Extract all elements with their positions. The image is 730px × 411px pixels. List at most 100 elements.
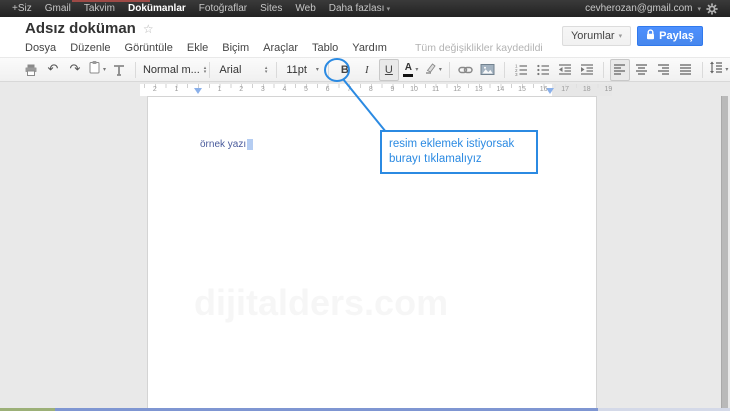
ruler-number: 16	[540, 86, 548, 93]
menu-bi-im[interactable]: Biçim	[222, 42, 249, 54]
ruler-number: 10	[410, 86, 418, 93]
document-area: örnek yazı dijitalders.com	[0, 96, 730, 408]
font-size-caret-icon: ▾	[316, 66, 319, 73]
account-caret-icon: ▾	[697, 5, 701, 13]
bulleted-list-button[interactable]	[533, 59, 553, 81]
title-row: Adsız doküman ☆	[25, 20, 154, 37]
topbar-link-daha-fazlas-[interactable]: Daha fazlası ▾	[329, 3, 390, 14]
menu-tablo[interactable]: Tablo	[312, 42, 338, 54]
annotation-callout: resim eklemek istiyorsak burayı tıklamal…	[380, 130, 538, 174]
styles-dropdown[interactable]: Normal m... ▴▾	[142, 59, 203, 81]
font-value: Arial	[219, 64, 241, 76]
menu-dosya[interactable]: Dosya	[25, 42, 56, 54]
comments-caret-icon: ▾	[619, 32, 623, 40]
clipboard-icon	[88, 60, 101, 79]
menu-d-zenle[interactable]: Düzenle	[70, 42, 110, 54]
toolbar-separator	[702, 62, 703, 78]
ruler-number: 18	[583, 86, 591, 93]
toolbar-separator	[603, 62, 604, 78]
topbar-link-foto-raflar[interactable]: Fotoğraflar	[199, 3, 247, 14]
ruler-number: 13	[475, 86, 483, 93]
undo-icon: ↶	[48, 63, 59, 76]
comments-button[interactable]: Yorumlar ▾	[562, 26, 631, 46]
align-right-button[interactable]	[654, 59, 674, 81]
ruler: 2112345678910111213141516171819	[0, 84, 730, 96]
redo-icon: ↷	[70, 63, 81, 76]
document-text-line: örnek yazı	[200, 139, 253, 150]
topbar-link-takvim[interactable]: Takvim	[84, 3, 115, 14]
styles-caret-icon: ▴▾	[204, 66, 207, 74]
share-button[interactable]: Paylaş	[637, 26, 703, 46]
print-button[interactable]	[21, 59, 41, 81]
watermark: dijitalders.com	[194, 282, 448, 324]
clipboard-caret-icon: ▾	[103, 66, 106, 73]
star-icon[interactable]: ☆	[143, 22, 154, 36]
numbered-list-button[interactable]: 1 2 3	[511, 59, 531, 81]
topbar-link-dok-manlar[interactable]: Dokümanlar	[128, 3, 186, 14]
text-cursor	[247, 139, 253, 150]
align-left-button[interactable]	[610, 59, 630, 81]
insert-image-button[interactable]	[478, 59, 498, 81]
svg-text:3: 3	[515, 72, 518, 76]
italic-icon: I	[365, 64, 369, 76]
vertical-scrollbar[interactable]	[721, 90, 728, 411]
ruler-number: 12	[453, 86, 461, 93]
document-title[interactable]: Adsız doküman	[25, 20, 136, 37]
toolbar-separator	[276, 62, 277, 78]
ruler-number: 4	[282, 86, 286, 93]
menu-g-r-nt-le[interactable]: Görüntüle	[125, 42, 173, 54]
document-text: örnek yazı	[200, 139, 246, 150]
increase-indent-button[interactable]	[577, 59, 597, 81]
ruler-number: 8	[369, 86, 373, 93]
line-spacing-button[interactable]: ▾	[709, 59, 729, 81]
redo-button[interactable]: ↷	[65, 59, 85, 81]
topbar-active-indicator	[72, 0, 150, 2]
topbar-nav: +Siz Gmail Takvim Dokümanlar Fotoğraflar Site…	[12, 3, 390, 14]
account-email[interactable]: cevherozan@gmail.com	[585, 3, 692, 14]
text-color-button[interactable]: A ▾	[401, 59, 421, 81]
gear-icon[interactable]	[706, 3, 718, 15]
insert-link-button[interactable]	[456, 59, 476, 81]
line-spacing-icon	[709, 61, 723, 79]
paint-format-button[interactable]	[109, 59, 129, 81]
highlight-icon	[424, 61, 437, 79]
menu-ekle[interactable]: Ekle	[187, 42, 208, 54]
image-icon	[480, 63, 495, 76]
font-size-dropdown[interactable]: 11pt ▾	[283, 59, 322, 81]
header-actions: Yorumlar ▾ Paylaş	[562, 26, 703, 46]
menu-ara-lar[interactable]: Araçlar	[263, 42, 298, 54]
comments-button-label: Yorumlar	[571, 30, 615, 42]
ruler-number: 17	[561, 86, 569, 93]
topbar-link-gmail[interactable]: Gmail	[45, 3, 71, 14]
topbar-link-web[interactable]: Web	[295, 3, 315, 14]
document-header: Adsız doküman ☆ Dosya Düzenle Görüntüle Ekl…	[0, 17, 730, 57]
text-color-icon: A	[403, 63, 413, 77]
more-caret-icon: ▾	[384, 5, 390, 13]
justify-button[interactable]	[676, 59, 696, 81]
ruler-number: 6	[326, 86, 330, 93]
highlight-color-button[interactable]: ▾	[423, 59, 443, 81]
italic-button[interactable]: I	[357, 59, 377, 81]
bold-icon: B	[341, 64, 349, 76]
bold-button[interactable]: B	[335, 59, 355, 81]
align-center-button[interactable]	[632, 59, 652, 81]
web-clipboard-button[interactable]: ▾	[87, 59, 107, 81]
link-icon	[458, 64, 473, 76]
ruler-number: 14	[496, 86, 504, 93]
ruler-number: 1	[174, 86, 178, 93]
decrease-indent-button[interactable]	[555, 59, 575, 81]
menubar: Dosya Düzenle Görüntüle Ekle Biçim Araçlar Tab…	[25, 42, 543, 54]
left-indent-marker[interactable]	[194, 88, 202, 94]
undo-button[interactable]: ↶	[43, 59, 63, 81]
ruler-number: 5	[304, 86, 308, 93]
font-caret-icon: ▴▾	[265, 66, 268, 74]
toolbar: ↶ ↷ ▾ Normal m... ▴▾ Arial	[0, 57, 730, 82]
share-button-label: Paylaş	[659, 30, 694, 42]
ruler-number: 2	[239, 86, 243, 93]
topbar-link-+siz[interactable]: +Siz	[12, 3, 32, 14]
topbar-link-sites[interactable]: Sites	[260, 3, 282, 14]
menu-yard-m[interactable]: Yardım	[352, 42, 387, 54]
underline-button[interactable]: U	[379, 59, 399, 81]
toolbar-separator	[449, 62, 450, 78]
font-dropdown[interactable]: Arial ▴▾	[216, 59, 270, 81]
